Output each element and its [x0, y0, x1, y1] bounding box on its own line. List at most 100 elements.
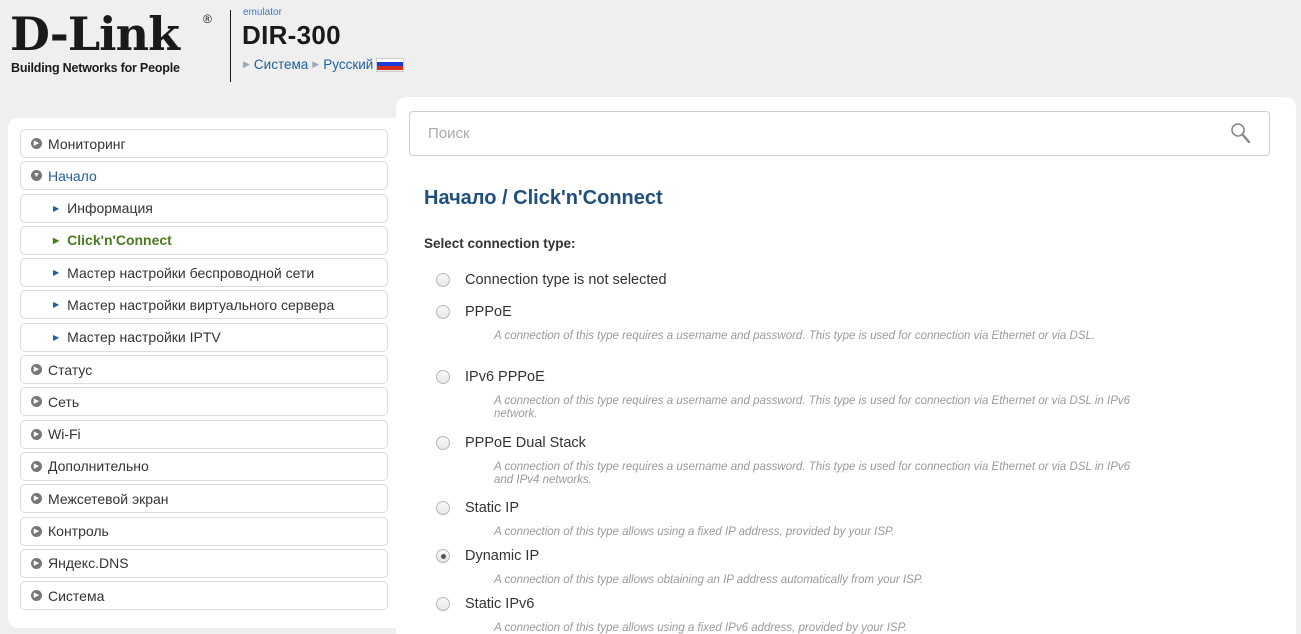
connection-type-description: A connection of this type allows using a…: [494, 526, 895, 538]
connection-type-description: A connection of this type requires a use…: [494, 330, 1096, 342]
submenu-arrow-icon: ▶: [53, 203, 60, 213]
connection-type-description: A connection of this type requires a use…: [494, 395, 1131, 420]
search-input[interactable]: [410, 112, 1210, 155]
chevron-right-icon: ▶: [31, 493, 42, 505]
sidebar-item[interactable]: ▶ Межсетевой экран: [20, 484, 388, 514]
connection-type-radio[interactable]: [436, 273, 450, 287]
sidebar-item[interactable]: ▶ Мастер настройки виртуального сервера: [20, 290, 388, 320]
connection-option-row: PPPoE Dual Stack: [436, 433, 1134, 453]
sidebar-item[interactable]: ▶ Мастер настройки беспроводной сети: [20, 258, 388, 288]
connection-type-description: A connection of this type allows using a…: [494, 622, 907, 634]
connection-option: Static IP A connection of this type allow…: [436, 498, 1134, 539]
header: D-Link ® Building Networks for People em…: [0, 0, 1301, 100]
connection-option-row: Static IP: [436, 498, 1134, 518]
breadcrumb-arrow-icon: ▶: [243, 59, 250, 69]
chevron-right-icon: ▶: [31, 138, 42, 149]
connection-type-description: A connection of this type requires a use…: [494, 461, 1131, 486]
sidebar-item-label: Межсетевой экран: [48, 490, 169, 507]
chevron-right-icon: ▶: [31, 428, 42, 440]
connection-type-label[interactable]: Static IPv6: [465, 596, 534, 612]
sidebar-item[interactable]: ▶ Информация: [20, 193, 388, 223]
sidebar-item[interactable]: ▶ Click'n'Connect: [20, 225, 388, 255]
sidebar-item-label: Яндекс.DNS: [48, 555, 129, 572]
logo-tagline: Building Networks for People: [11, 61, 180, 75]
submenu-arrow-icon: ▶: [53, 300, 60, 310]
dlink-logo[interactable]: D-Link ® Building Networks for People: [10, 7, 215, 84]
sidebar-item[interactable]: ▶ Дополнительно: [20, 451, 388, 481]
chevron-right-icon: ▶: [31, 590, 42, 602]
sidebar-item-label: Дополнительно: [48, 458, 149, 475]
connection-type-label: Select connection type:: [424, 236, 576, 251]
sidebar-menu: ▶ Мониторинг ▼ Начало ▶ Информация ▶ Click'n'Co…: [8, 118, 398, 628]
breadcrumb-system-link[interactable]: Система: [254, 57, 308, 72]
sidebar-item-label: Мастер настройки беспроводной сети: [67, 264, 315, 281]
connection-option: PPPoE Dual Stack A connection of this typ…: [436, 433, 1134, 486]
sidebar-item-label: Контроль: [48, 523, 109, 540]
page-title: Начало / Click'n'Connect: [424, 187, 663, 210]
sidebar-item[interactable]: ▶ Wi-Fi: [20, 419, 388, 449]
sidebar-item[interactable]: ▶ Яндекс.DNS: [20, 548, 388, 578]
connection-option-row: IPv6 PPPoE: [436, 367, 1134, 387]
connection-type-radio[interactable]: [436, 370, 450, 384]
model-name: DIR-300: [242, 20, 341, 50]
sidebar-item[interactable]: ▶ Мастер настройки IPTV: [20, 322, 388, 352]
sidebar-item[interactable]: ▶ Контроль: [20, 516, 388, 546]
sidebar-item-label: Мастер настройки IPTV: [67, 329, 221, 346]
russian-flag-icon[interactable]: [376, 57, 405, 72]
chevron-right-icon: ▶: [31, 460, 42, 472]
sidebar-item[interactable]: ▼ Начало: [20, 161, 388, 191]
sidebar-item-label: Информация: [67, 200, 153, 217]
submenu-arrow-icon: ▶: [53, 235, 60, 245]
connection-type-radio[interactable]: [436, 597, 450, 611]
emulator-label: emulator: [243, 7, 282, 18]
sidebar-item-label: Система: [48, 587, 105, 604]
breadcrumb-arrow-icon: ▶: [312, 59, 320, 69]
logo-registered-mark: ®: [203, 12, 212, 26]
connection-type-label[interactable]: PPPoE: [465, 304, 512, 320]
connection-type-label[interactable]: IPv6 PPPoE: [465, 369, 545, 385]
submenu-arrow-icon: ▶: [53, 268, 60, 278]
connection-type-label[interactable]: Static IP: [465, 500, 519, 516]
sidebar-item-label: Click'n'Connect: [67, 232, 172, 249]
chevron-right-icon: ▶: [31, 364, 42, 376]
language-link[interactable]: Русский: [323, 57, 373, 72]
sidebar-item[interactable]: ▶ Сеть: [20, 387, 388, 417]
page-title-name: Click'n'Connect: [513, 187, 663, 209]
connection-option: PPPoE A connection of this type requires …: [436, 302, 1134, 343]
connection-type-label[interactable]: Connection type is not selected: [465, 272, 667, 288]
sidebar-item[interactable]: ▶ Статус: [20, 355, 388, 385]
connection-option: Dynamic IP A connection of this type allo…: [436, 546, 1134, 587]
connection-type-radio[interactable]: [436, 436, 450, 450]
chevron-right-icon: ▶: [31, 396, 42, 408]
chevron-right-icon: ▶: [31, 525, 42, 537]
logo-wordmark: D-Link: [10, 7, 180, 61]
sidebar-item-label: Wi-Fi: [48, 426, 81, 443]
connection-option: IPv6 PPPoE A connection of this type requ…: [436, 367, 1134, 420]
connection-option: Static IPv6 A connection of this type all…: [436, 594, 1134, 634]
header-divider: [230, 10, 231, 82]
connection-type-radio[interactable]: [436, 305, 450, 319]
connection-type-radio[interactable]: [436, 549, 450, 563]
search-box: [409, 111, 1270, 156]
connection-option-row: PPPoE: [436, 302, 1134, 322]
page-title-prefix: Начало /: [424, 187, 508, 209]
sidebar-item[interactable]: ▶ Система: [20, 581, 388, 611]
connection-type-label[interactable]: Dynamic IP: [465, 548, 539, 564]
connection-type-label[interactable]: PPPoE Dual Stack: [465, 435, 586, 451]
sidebar-item-label: Мастер настройки виртуального сервера: [67, 296, 335, 313]
connection-type-radio[interactable]: [436, 501, 450, 515]
sidebar-item-label: Мониторинг: [48, 135, 126, 152]
sidebar-item-label: Начало: [48, 167, 97, 184]
chevron-down-icon: ▼: [31, 170, 42, 182]
main-content: Начало / Click'n'Connect Select connecti…: [396, 97, 1296, 634]
sidebar-item[interactable]: ▶ Мониторинг: [20, 129, 388, 158]
search-icon[interactable]: [1229, 121, 1253, 145]
connection-type-description: A connection of this type allows obtaini…: [494, 574, 924, 586]
connection-option-row: Connection type is not selected: [436, 270, 667, 290]
sidebar-item-label: Сеть: [48, 393, 80, 410]
connection-option-row: Static IPv6: [436, 594, 1134, 614]
chevron-right-icon: ▶: [31, 557, 42, 569]
submenu-arrow-icon: ▶: [53, 332, 60, 342]
breadcrumb: ▶ Система ▶ Русский: [243, 57, 405, 72]
connection-option: Connection type is not selected: [436, 270, 667, 290]
